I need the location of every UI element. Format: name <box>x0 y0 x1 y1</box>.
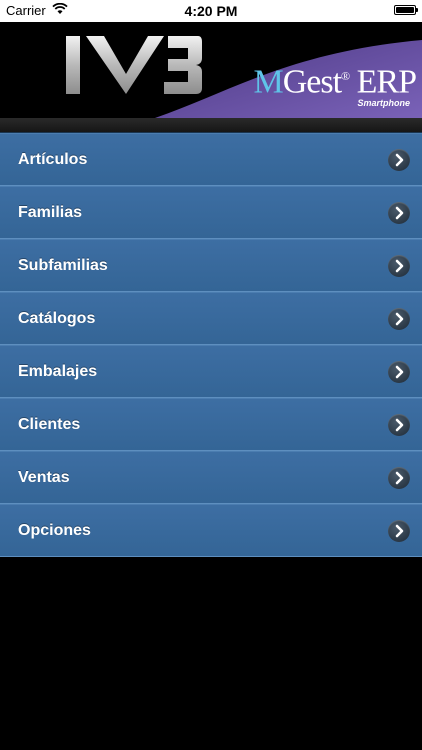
menu-item-label: Artículos <box>18 150 88 168</box>
chevron-right-icon <box>388 149 410 171</box>
m3-logo <box>66 36 202 94</box>
chevron-right-icon <box>388 361 410 383</box>
menu-item-ventas[interactable]: Ventas <box>0 451 422 504</box>
chevron-right-icon <box>388 255 410 277</box>
chevron-right-icon <box>388 414 410 436</box>
clock: 4:20 PM <box>184 3 238 19</box>
menu-item-label: Subfamilias <box>18 256 108 274</box>
menu-item-label: Opciones <box>18 521 91 539</box>
chevron-right-icon <box>388 202 410 224</box>
menu-item-label: Clientes <box>18 415 81 433</box>
brand-text: MGest® ERP Smartphone <box>253 58 417 109</box>
app-header: MGest® ERP Smartphone <box>0 22 422 118</box>
header-separator <box>0 118 422 132</box>
battery-fill <box>396 7 414 13</box>
brand-prefix: M <box>253 63 283 101</box>
menu-item-clientes[interactable]: Clientes <box>0 398 422 451</box>
battery-icon <box>394 5 418 15</box>
brand-registered: ® <box>341 69 350 83</box>
menu-item-subfamilias[interactable]: Subfamilias <box>0 239 422 292</box>
brand-main: Gest <box>282 63 342 101</box>
main-menu: Artículos Familias Subfamilias Catálogos… <box>0 132 422 557</box>
chevron-right-icon <box>388 520 410 542</box>
menu-item-label: Catálogos <box>18 309 96 327</box>
menu-item-catalogos[interactable]: Catálogos <box>0 292 422 345</box>
menu-item-familias[interactable]: Familias <box>0 186 422 239</box>
menu-item-label: Familias <box>18 203 83 221</box>
chevron-right-icon <box>388 308 410 330</box>
menu-item-articulos[interactable]: Artículos <box>0 133 422 186</box>
brand-name: MGest® ERP <box>253 58 417 101</box>
menu-item-label: Ventas <box>18 468 70 486</box>
menu-item-label: Embalajes <box>18 362 98 380</box>
menu-item-embalajes[interactable]: Embalajes <box>0 345 422 398</box>
menu-item-opciones[interactable]: Opciones <box>0 504 422 557</box>
status-right <box>394 5 418 15</box>
status-bar: Carrier 4:20 PM <box>0 0 422 22</box>
chevron-right-icon <box>388 467 410 489</box>
brand-suffix: ERP <box>349 63 417 101</box>
